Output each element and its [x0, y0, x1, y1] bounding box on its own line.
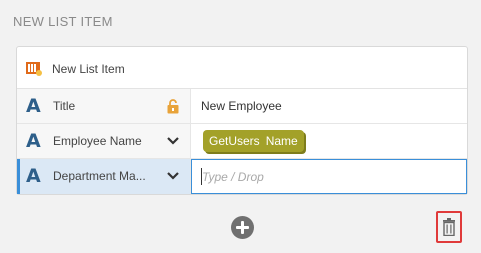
employee-name-value-field[interactable]: GetUsers Name	[191, 124, 467, 158]
add-field-button[interactable]	[231, 216, 254, 239]
field-value: New Employee	[201, 99, 282, 113]
text-type-icon: A	[26, 165, 41, 187]
field-label-cell: A Title	[17, 89, 191, 123]
field-label-cell: A Employee Name	[17, 124, 191, 158]
title-value-field[interactable]: New Employee	[191, 89, 467, 123]
card-header-label: New List Item	[52, 62, 125, 76]
field-label: Title	[53, 99, 76, 113]
delete-button[interactable]	[436, 211, 462, 243]
list-item-card: New List Item A Title New Employee A Emp…	[16, 46, 468, 195]
field-label-cell: A Department Ma...	[17, 159, 191, 194]
lock-icon[interactable]	[167, 99, 179, 114]
field-row-department-manager: A Department Ma... Type / Drop	[17, 159, 467, 194]
text-type-icon: A	[26, 130, 41, 152]
token-field: Name	[265, 134, 298, 148]
field-row-title: A Title New Employee	[17, 89, 467, 124]
section-title: NEW LIST ITEM	[13, 14, 113, 29]
chevron-down-icon[interactable]	[166, 136, 180, 146]
sharepoint-list-icon	[26, 62, 42, 76]
trash-icon	[443, 218, 455, 236]
chevron-down-icon[interactable]	[166, 171, 180, 181]
card-header: New List Item	[17, 47, 467, 89]
field-label: Department Ma...	[53, 169, 146, 183]
input-placeholder: Type / Drop	[202, 170, 264, 184]
department-manager-input[interactable]: Type / Drop	[191, 159, 467, 194]
text-type-icon: A	[26, 95, 41, 117]
field-row-employee-name: A Employee Name GetUsers Name	[17, 124, 467, 159]
token-source: GetUsers	[209, 134, 260, 148]
field-label: Employee Name	[53, 134, 142, 148]
dynamic-value-token[interactable]: GetUsers Name	[203, 130, 304, 152]
